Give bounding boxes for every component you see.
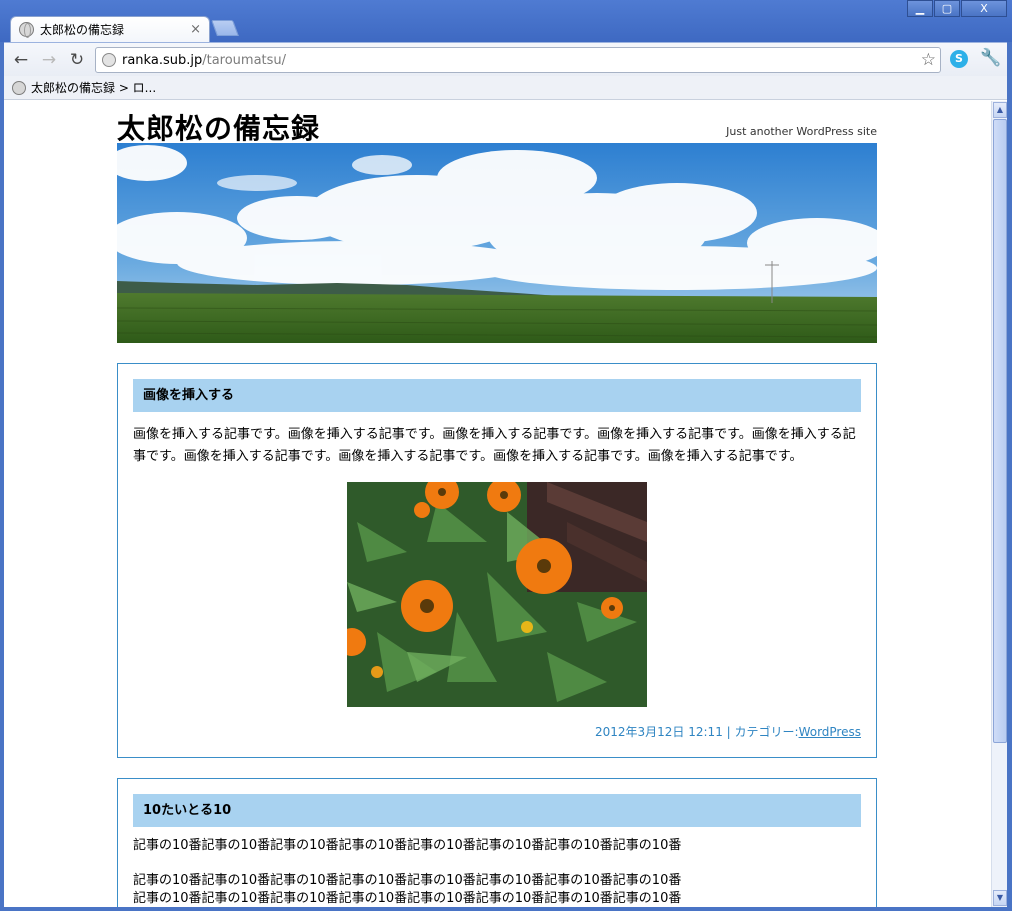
window-titlebar: 太郎松の備忘録 × ▁ ▢ X [0, 0, 1012, 42]
post-paragraph: 記事の10番記事の10番記事の10番記事の10番記事の10番記事の10番記事の1… [133, 891, 682, 906]
url-host: ranka.sub.jp [122, 52, 203, 68]
landscape-picture [117, 143, 877, 343]
page-globe-icon [102, 53, 116, 67]
browser-tab[interactable]: 太郎松の備忘録 × [10, 16, 210, 42]
category-prefix: | カテゴリー: [726, 725, 799, 739]
scroll-thumb[interactable] [993, 119, 1007, 743]
scroll-down-arrow-icon[interactable]: ▼ [993, 890, 1007, 906]
close-window-button[interactable]: X [961, 0, 1007, 17]
bookmark-globe-icon [12, 80, 26, 95]
tab-close-icon[interactable]: × [190, 22, 201, 37]
post-date: 2012年3月12日 12:11 [594, 725, 723, 739]
window-left-border [0, 42, 4, 911]
post-paragraph: 記事の10番記事の10番記事の10番記事の10番記事の10番記事の10番記事の1… [133, 838, 682, 853]
category-link[interactable]: WordPress [799, 725, 861, 739]
post-title[interactable]: 画像を挿入する [133, 379, 861, 412]
post-card: 画像を挿入する 画像を挿入する記事です。画像を挿入する記事です。画像を挿入する記… [117, 363, 877, 758]
address-bar[interactable]: ranka.sub.jp /taroumatsu/ ☆ [95, 47, 941, 73]
forward-icon[interactable]: → [38, 50, 60, 70]
wrench-icon[interactable]: 🔧 [980, 48, 1001, 68]
window-right-border [1007, 42, 1012, 911]
post-body: 画像を挿入する記事です。画像を挿入する記事です。画像を挿入する記事です。画像を挿… [133, 427, 856, 464]
url-path: /taroumatsu/ [202, 52, 287, 68]
back-icon[interactable]: ← [10, 50, 32, 70]
maximize-button[interactable]: ▢ [934, 0, 960, 17]
browser-toolbar: ← → ↻ ranka.sub.jp /taroumatsu/ ☆ S 🔧 [0, 42, 1012, 76]
site-description: Just another WordPress site [726, 125, 877, 138]
header-image [117, 143, 877, 343]
window-bottom-border [0, 907, 1012, 911]
bookmark-bar: 太郎松の備忘録 > ロ... [0, 76, 1012, 100]
post-title[interactable]: 10たいとる10 [133, 794, 861, 827]
bookmark-star-icon[interactable]: ☆ [921, 50, 936, 70]
site-title[interactable]: 太郎松の備忘録 [117, 107, 320, 147]
tab-title: 太郎松の備忘録 [40, 23, 125, 37]
new-tab-button[interactable] [211, 20, 239, 36]
post-paragraph: 記事の10番記事の10番記事の10番記事の10番記事の10番記事の10番記事の1… [133, 873, 682, 888]
post-image[interactable] [347, 482, 647, 707]
post-meta: 2012年3月12日 12:11 | カテゴリー:WordPress [133, 723, 861, 740]
zinnia-flowers-photo [347, 482, 647, 707]
skype-extension-icon[interactable]: S [950, 50, 968, 68]
reload-icon[interactable]: ↻ [66, 50, 88, 70]
bookmark-item[interactable]: 太郎松の備忘録 > ロ... [31, 79, 156, 96]
post-card: 10たいとる10 記事の10番記事の10番記事の10番記事の10番記事の10番記… [117, 778, 877, 911]
globe-icon [19, 22, 34, 38]
vertical-scrollbar[interactable]: ▲ ▼ [991, 101, 1007, 907]
window-controls: ▁ ▢ X [906, 0, 1007, 17]
scroll-up-arrow-icon[interactable]: ▲ [993, 102, 1007, 118]
minimize-button[interactable]: ▁ [907, 0, 933, 17]
